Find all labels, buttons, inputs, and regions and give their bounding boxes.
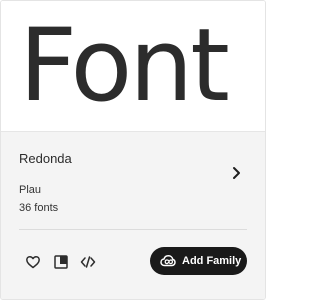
code-icon[interactable] bbox=[80, 254, 96, 270]
font-preview[interactable]: Font bbox=[1, 1, 265, 131]
preview-sample-text: Font bbox=[19, 6, 230, 124]
heart-icon[interactable] bbox=[25, 254, 41, 270]
specimen-icon[interactable] bbox=[53, 254, 69, 270]
foundry-name[interactable]: Plau bbox=[19, 184, 41, 196]
family-name[interactable]: Redonda bbox=[19, 151, 72, 166]
creative-cloud-icon bbox=[160, 254, 176, 268]
chevron-right-icon[interactable] bbox=[231, 166, 243, 180]
add-family-button[interactable]: Add Family bbox=[150, 247, 247, 275]
family-info-panel: Redonda Plau 36 fonts Add Family bbox=[1, 131, 265, 299]
divider bbox=[19, 229, 247, 230]
font-family-card[interactable]: Font Redonda Plau 36 fonts Add Family bbox=[0, 0, 266, 300]
add-family-label: Add Family bbox=[182, 255, 242, 267]
font-count: 36 fonts bbox=[19, 202, 59, 214]
